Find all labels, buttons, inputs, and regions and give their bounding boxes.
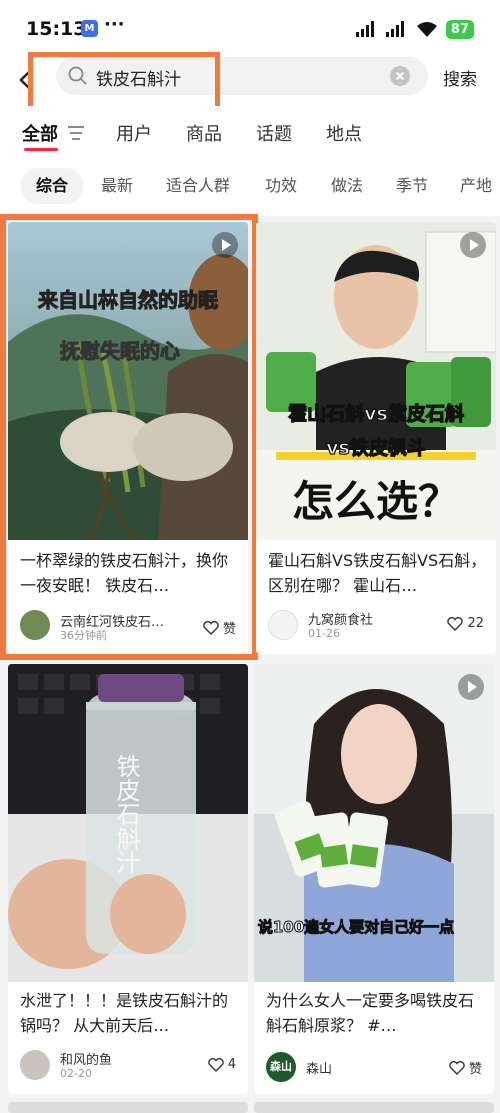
signal-icon	[355, 21, 374, 37]
note-card[interactable]: 说100遍女人要对自己好一点 为什么女人一定要多喝铁皮石斛石斛原浆？ #… 森山…	[254, 664, 494, 1094]
cover-overlay-text: 霍山石斛vs紫皮石斛 vs铁皮枫斗 怎么选？	[288, 401, 465, 526]
search-highlight-box	[28, 52, 220, 112]
card-highlight-box	[0, 214, 258, 660]
like-button[interactable]: 赞	[449, 1058, 482, 1077]
wifi-icon	[416, 21, 437, 37]
like-button[interactable]: 22	[447, 616, 484, 631]
clear-search-button[interactable]	[390, 66, 410, 86]
cover-text-line-1: 霍山石斛vs紫皮石斛	[288, 402, 464, 425]
status-bar: 15:13 M ··· 87	[0, 0, 500, 56]
filter-icon[interactable]	[68, 126, 84, 140]
note-card[interactable]: 霍山石斛vs紫皮石斛 vs铁皮枫斗 怎么选？ 霍山石斛VS铁皮石斛VS石斛，区别…	[256, 222, 496, 654]
tab-products[interactable]: 商品	[186, 120, 222, 146]
cover-overlay-text: 说100遍女人要对自己好一点	[257, 918, 454, 937]
avatar[interactable]	[268, 610, 298, 640]
chip-comprehensive[interactable]: 综合	[20, 168, 85, 204]
battery-icon: 87	[445, 19, 474, 39]
author-name[interactable]: 森山	[306, 1058, 332, 1077]
more-notifications-icon: ···	[104, 14, 125, 35]
chip-origin[interactable]: 产地	[460, 168, 492, 204]
signal-icon-2	[385, 21, 404, 37]
tab-topics[interactable]: 话题	[256, 120, 292, 146]
like-count: 22	[467, 616, 484, 631]
app-notification-icon: M	[81, 20, 98, 37]
cover-text-line-1: 铁皮石斛汁	[112, 754, 140, 874]
status-icons: 87	[355, 18, 474, 40]
like-button[interactable]: 4	[208, 1057, 236, 1072]
heart-icon	[449, 1060, 465, 1075]
author-name[interactable]: 九窝颜食社	[308, 609, 373, 628]
note-card[interactable]: 铁皮石斛汁 水泄了！！！是铁皮石斛汁的锅吗？ 从大前天后… 和风的鱼 02-20…	[8, 664, 248, 1094]
author-name[interactable]: 和风的鱼	[60, 1049, 112, 1068]
category-tabs: 全部 用户 商品 话题 地点	[0, 106, 500, 158]
chip-latest[interactable]: 最新	[101, 168, 133, 204]
tab-users[interactable]: 用户	[116, 120, 152, 146]
video-play-icon	[458, 674, 484, 700]
chip-efficacy[interactable]: 功效	[265, 168, 297, 204]
close-icon	[395, 71, 405, 81]
tab-places[interactable]: 地点	[326, 120, 362, 146]
like-count: 赞	[468, 1062, 482, 1077]
note-title: 水泄了！！！是铁皮石斛汁的锅吗？ 从大前天后…	[20, 991, 229, 1035]
heart-icon	[447, 616, 464, 631]
chip-method[interactable]: 做法	[331, 168, 363, 204]
cover-text-line-2: vs铁皮枫斗	[326, 436, 426, 459]
note-title: 为什么女人一定要多喝铁皮石斛石斛原浆？ #…	[266, 991, 475, 1035]
cover-text-line-1: 说100遍女人要对自己好一点	[258, 918, 454, 936]
avatar[interactable]: 森山	[266, 1052, 296, 1082]
chip-suitable-people[interactable]: 适合人群	[166, 168, 230, 204]
heart-icon	[208, 1057, 224, 1072]
search-button[interactable]: 搜索	[443, 65, 477, 90]
status-time: 15:13	[26, 18, 87, 40]
note-card[interactable]	[8, 1102, 248, 1113]
cover-text-line-3: 怎么选？	[292, 477, 460, 526]
like-count: 4	[227, 1057, 236, 1072]
post-time: 01-26	[308, 627, 340, 640]
note-title: 霍山石斛VS铁皮石斛VS石斛，区别在哪？ 霍山石…	[268, 551, 487, 595]
tab-all[interactable]: 全部	[22, 120, 58, 146]
note-card[interactable]	[254, 1102, 494, 1113]
chip-season[interactable]: 季节	[396, 168, 428, 204]
video-play-icon	[460, 232, 486, 258]
active-tab-indicator	[24, 148, 58, 151]
cover-overlay-text: 铁皮石斛汁	[112, 754, 140, 874]
avatar[interactable]	[20, 1050, 50, 1080]
filter-chips: 综合 最新 适合人群 功效 做法 季节 产地	[0, 158, 500, 216]
post-time: 02-20	[60, 1067, 92, 1080]
